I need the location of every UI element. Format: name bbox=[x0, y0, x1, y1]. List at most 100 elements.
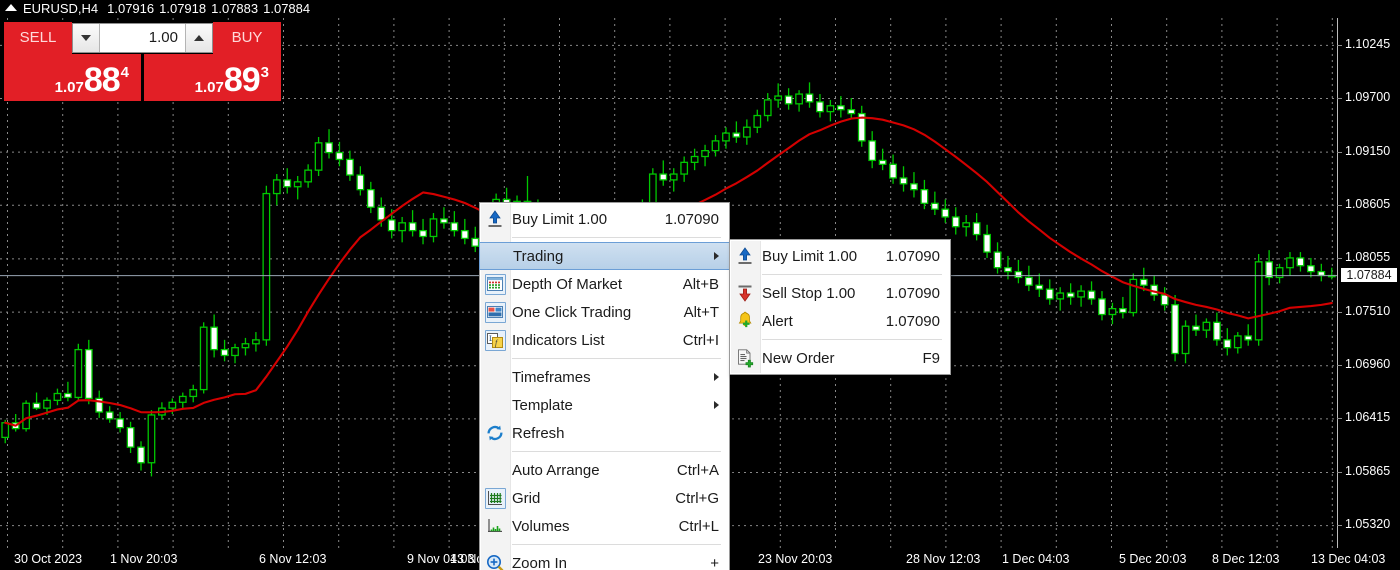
menu-item-label: Depth Of Market bbox=[512, 275, 623, 293]
submenu-arrow-icon bbox=[714, 252, 719, 260]
menu-item-buy-limit-1-00[interactable]: Buy Limit 1.00 1.07090 bbox=[730, 242, 950, 270]
sell-price-prefix: 1.07 bbox=[54, 79, 84, 96]
grid-icon bbox=[484, 487, 506, 509]
menu-item-trading[interactable]: Trading bbox=[479, 242, 730, 270]
menu-item-label: Template bbox=[512, 396, 573, 414]
menu-item-accelerator: Alt+T bbox=[683, 303, 719, 321]
menu-item-buy-limit-1-00[interactable]: Buy Limit 1.00 1.07090 bbox=[480, 205, 729, 233]
menu-item-label: Zoom In bbox=[512, 554, 568, 570]
buy-price-prefix: 1.07 bbox=[194, 79, 224, 96]
menu-item-alert[interactable]: Alert 1.07090 bbox=[730, 307, 950, 335]
menu-item-accelerator: F9 bbox=[922, 349, 940, 367]
ohlc-close: 1.07884 bbox=[263, 1, 311, 16]
depth-of-market-icon bbox=[484, 273, 506, 295]
menu-item-zoom-in[interactable]: Zoom In + bbox=[480, 549, 729, 570]
menu-item-refresh[interactable]: Refresh bbox=[480, 419, 729, 447]
time-axis-label: 5 Dec 20:03 bbox=[1119, 552, 1187, 566]
chevron-up-icon bbox=[194, 35, 204, 41]
sell-price-tile[interactable]: 1.07884 bbox=[4, 54, 141, 101]
menu-item-label: Auto Arrange bbox=[512, 461, 600, 479]
menu-item-icon-placeholder bbox=[484, 459, 506, 481]
menu-item-sell-stop-1-00[interactable]: Sell Stop 1.00 1.07090 bbox=[730, 279, 950, 307]
chart-title-bar: EURUSD,H4 1.07916 1.07918 1.07883 1.07884 bbox=[0, 0, 1400, 18]
time-axis-label: 8 Dec 12:03 bbox=[1212, 552, 1280, 566]
menu-item-auto-arrange[interactable]: Auto Arrange Ctrl+A bbox=[480, 456, 729, 484]
menu-item-grid[interactable]: Grid Ctrl+G bbox=[480, 484, 729, 512]
buy-price-fraction: 3 bbox=[260, 64, 269, 81]
menu-item-accelerator: Ctrl+G bbox=[675, 489, 719, 507]
menu-item-label: Trading bbox=[513, 247, 564, 265]
time-axis-label: 23 Nov 20:03 bbox=[758, 552, 833, 566]
time-axis-label: 30 Oct 2023 bbox=[14, 552, 83, 566]
buy-price-main: 89 bbox=[223, 61, 261, 99]
one-click-trading-panel: SELL 1.00 BUY 1.07884 1.07893 bbox=[4, 22, 281, 101]
time-axis-label: 28 Nov 12:03 bbox=[906, 552, 981, 566]
chart-symbol-label: EURUSD,H4 bbox=[23, 1, 99, 16]
collapse-triangle-icon[interactable] bbox=[5, 4, 17, 11]
time-axis-label: 6 Nov 12:03 bbox=[259, 552, 327, 566]
menu-item-icon-placeholder bbox=[484, 366, 506, 388]
menu-item-label: Timeframes bbox=[512, 368, 591, 386]
menu-item-accelerator: + bbox=[710, 554, 719, 570]
zoom-in-icon bbox=[484, 552, 506, 570]
chart-ohlc-values: 1.07916 1.07918 1.07883 1.07884 bbox=[107, 1, 315, 16]
menu-separator bbox=[512, 358, 721, 359]
menu-item-timeframes[interactable]: Timeframes bbox=[480, 363, 729, 391]
ohlc-open: 1.07916 bbox=[107, 1, 155, 16]
arrow-down-icon bbox=[734, 282, 756, 304]
menu-item-accelerator: Ctrl+L bbox=[678, 517, 719, 535]
menu-item-icon-placeholder bbox=[484, 394, 506, 416]
menu-item-one-click-trading[interactable]: One Click Trading Alt+T bbox=[480, 298, 729, 326]
volume-input[interactable]: 1.00 bbox=[100, 24, 185, 52]
menu-item-accelerator: Ctrl+A bbox=[676, 461, 719, 479]
menu-item-label: One Click Trading bbox=[512, 303, 632, 321]
menu-item-label: Sell Stop 1.00 bbox=[762, 284, 856, 302]
chevron-down-icon bbox=[81, 35, 91, 41]
buy-price-tile[interactable]: 1.07893 bbox=[144, 54, 281, 101]
sell-price-fraction: 4 bbox=[120, 64, 129, 81]
menu-separator bbox=[512, 237, 721, 238]
new-order-icon bbox=[734, 347, 756, 369]
sell-button[interactable]: SELL bbox=[4, 22, 72, 54]
menu-item-template[interactable]: Template bbox=[480, 391, 729, 419]
menu-item-accelerator: 1.07090 bbox=[885, 247, 940, 265]
volume-dropdown-button[interactable] bbox=[73, 24, 100, 52]
menu-item-accelerator: Alt+B bbox=[682, 275, 719, 293]
menu-separator bbox=[512, 451, 721, 452]
menu-item-accelerator: 1.07090 bbox=[885, 312, 940, 330]
menu-item-new-order[interactable]: New Order F9 bbox=[730, 344, 950, 372]
buy-button[interactable]: BUY bbox=[213, 22, 281, 54]
one-click-trading-icon bbox=[484, 301, 506, 323]
menu-item-label: Grid bbox=[512, 489, 541, 507]
volumes-icon bbox=[484, 515, 506, 537]
volume-stepper[interactable]: 1.00 bbox=[72, 23, 213, 53]
time-axis-label: 1 Nov 20:03 bbox=[110, 552, 178, 566]
menu-item-icon-placeholder bbox=[485, 245, 507, 267]
arrow-up-icon bbox=[484, 208, 506, 230]
oct-top-row: SELL 1.00 BUY bbox=[4, 22, 281, 54]
refresh-icon bbox=[484, 422, 506, 444]
metatrader-chart-window: EURUSD,H4 1.07916 1.07918 1.07883 1.07884 1.… bbox=[0, 0, 1400, 570]
chart-context-menu[interactable]: Buy Limit 1.00 1.07090 Trading Depth Of Mar… bbox=[479, 202, 730, 570]
arrow-up-icon bbox=[734, 245, 756, 267]
volume-increase-button[interactable] bbox=[185, 24, 212, 52]
menu-item-accelerator: Ctrl+I bbox=[682, 331, 719, 349]
sell-price-main: 88 bbox=[83, 61, 121, 99]
menu-item-volumes[interactable]: Volumes Ctrl+L bbox=[480, 512, 729, 540]
ohlc-low: 1.07883 bbox=[211, 1, 259, 16]
menu-item-label: New Order bbox=[762, 349, 835, 367]
ohlc-high: 1.07918 bbox=[159, 1, 207, 16]
menu-item-label: Buy Limit 1.00 bbox=[762, 247, 858, 265]
time-axis-label: 13 Dec 04:03 bbox=[1311, 552, 1386, 566]
menu-item-label: Refresh bbox=[512, 424, 565, 442]
menu-item-indicators-list[interactable]: Lf Indicators List Ctrl+I bbox=[480, 326, 729, 354]
trading-submenu[interactable]: Buy Limit 1.00 1.07090 Sell Stop 1.00 1.070… bbox=[729, 239, 951, 375]
indicators-list-icon: Lf bbox=[484, 329, 506, 351]
oct-price-row: 1.07884 1.07893 bbox=[4, 54, 281, 101]
menu-separator bbox=[512, 544, 721, 545]
menu-item-label: Alert bbox=[762, 312, 793, 330]
alert-bell-icon bbox=[734, 310, 756, 332]
submenu-arrow-icon bbox=[714, 373, 719, 381]
menu-item-depth-of-market[interactable]: Depth Of Market Alt+B bbox=[480, 270, 729, 298]
time-axis-label: 1 Dec 04:03 bbox=[1002, 552, 1070, 566]
